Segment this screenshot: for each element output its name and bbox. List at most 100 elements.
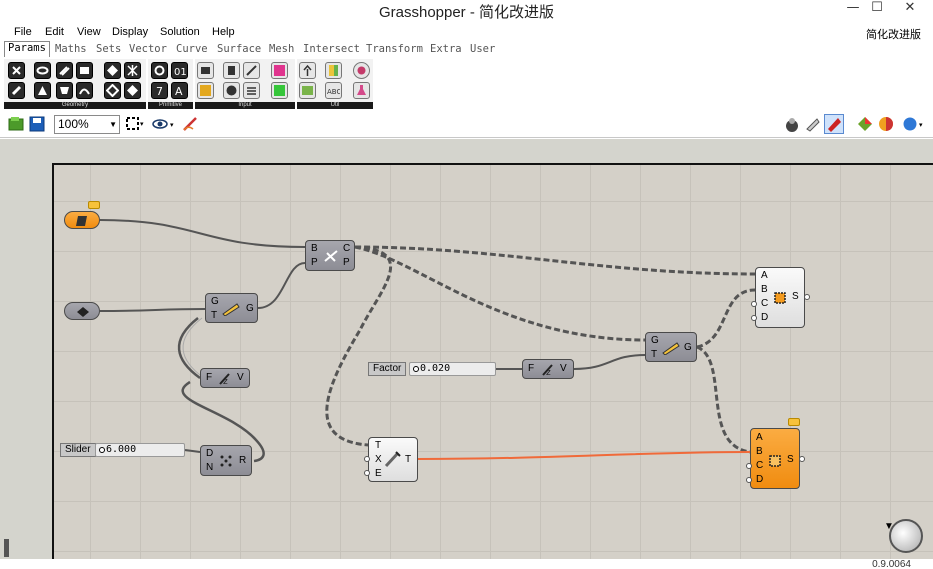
maximize-button[interactable]: ☐ [866, 0, 888, 18]
surface-param-icon[interactable] [56, 82, 73, 99]
slider-track[interactable]: 6.000 [95, 443, 185, 457]
gate-component-b[interactable]: G T G [645, 332, 697, 362]
number-slider-factor[interactable]: Factor 0.020 [368, 362, 496, 376]
string-param-icon[interactable]: A [171, 82, 188, 99]
input-pin[interactable] [364, 470, 370, 476]
output-r-label: R [239, 455, 247, 466]
image-sampler-icon[interactable] [299, 82, 316, 99]
colour-swatch-icon[interactable] [271, 62, 288, 79]
gradient-icon[interactable] [243, 62, 260, 79]
vector-param-icon[interactable] [34, 62, 51, 79]
menu-edit[interactable]: Edit [45, 26, 64, 38]
output-s-label: S [792, 291, 799, 302]
output-pin[interactable] [799, 456, 805, 462]
function-component-b[interactable]: F V z [522, 359, 574, 379]
window-title: Grasshopper - 简化改进版 [378, 4, 555, 21]
preview-eye-icon[interactable]: ▾ [152, 116, 176, 135]
preview-wireframe-icon[interactable] [784, 116, 800, 135]
tab-intersect[interactable]: Intersect [303, 43, 360, 55]
param-point-grey[interactable] [64, 302, 100, 320]
flask-icon[interactable] [353, 82, 370, 99]
preview-shaded-icon[interactable] [804, 116, 820, 135]
input-pin[interactable] [746, 477, 752, 483]
tab-user[interactable]: User [470, 43, 495, 55]
sketch-pen-icon[interactable] [182, 116, 200, 135]
slider-track[interactable]: 0.020 [409, 362, 496, 376]
boolean-param-icon[interactable] [151, 62, 168, 79]
tab-extra[interactable]: Extra [430, 43, 462, 55]
menu-help[interactable]: Help [212, 26, 235, 38]
canvas-navigation-icon[interactable] [889, 519, 923, 553]
number-param-icon[interactable]: 7 [151, 82, 168, 99]
tab-mesh[interactable]: Mesh [269, 43, 294, 55]
param-brep-orange[interactable] [64, 211, 100, 229]
input-g-label: G [211, 296, 219, 307]
input-pin[interactable] [751, 301, 757, 307]
preview-selected-icon[interactable] [824, 114, 844, 134]
output-pin[interactable] [804, 294, 810, 300]
number-slider-main[interactable]: Slider 6.000 [60, 443, 185, 457]
display-mode-icon[interactable] [857, 116, 873, 135]
graph-mapper-icon[interactable] [197, 82, 214, 99]
gradient-legend-icon[interactable] [325, 62, 342, 79]
arc-param-icon[interactable] [76, 62, 93, 79]
button-icon[interactable] [223, 82, 240, 99]
menu-solution[interactable]: Solution [160, 26, 200, 38]
tab-surface[interactable]: Surface [217, 43, 261, 55]
menu-view[interactable]: View [77, 26, 101, 38]
zoom-dropdown[interactable]: 100% ▼ [54, 115, 120, 134]
fitness-icon[interactable] [353, 62, 370, 79]
tab-vector[interactable]: Vector [129, 43, 167, 55]
open-file-icon[interactable] [8, 116, 24, 135]
svg-text:▾: ▾ [919, 122, 923, 129]
menu-display[interactable]: Display [112, 26, 148, 38]
function-icon: z [542, 364, 553, 377]
box-param-icon[interactable] [104, 82, 121, 99]
minimize-button[interactable]: — [840, 0, 866, 18]
random-component[interactable]: D N R [200, 445, 252, 476]
save-file-icon[interactable] [29, 116, 45, 135]
tab-maths[interactable]: Maths [55, 43, 87, 55]
scroll-handle[interactable] [4, 539, 9, 557]
input-c-label: C [756, 460, 764, 471]
slider-name: Factor [368, 362, 407, 376]
line-param-icon[interactable] [8, 82, 25, 99]
point-param-icon[interactable] [8, 62, 25, 79]
text-tag-icon[interactable]: ABC [325, 82, 342, 99]
surface-component-orange[interactable]: A B C D S [750, 428, 800, 489]
input-pin[interactable] [751, 315, 757, 321]
slider-knob[interactable] [99, 447, 105, 453]
function-component-a[interactable]: F V z [200, 368, 250, 388]
brep-param-icon[interactable] [104, 62, 121, 79]
sphere-options-icon[interactable]: ▾ [902, 116, 928, 135]
circle-param-icon[interactable] [56, 62, 73, 79]
close-button[interactable]: ✕ [895, 0, 925, 18]
cluster-icon[interactable] [299, 62, 316, 79]
tab-transform[interactable]: Transform [366, 43, 423, 55]
slider-value: 0.020 [420, 363, 451, 374]
input-pin[interactable] [364, 456, 370, 462]
zoom-extents-icon[interactable]: ▾ [125, 116, 145, 135]
toggle-icon[interactable] [223, 62, 240, 79]
geometry-param-icon[interactable] [124, 82, 141, 99]
transform-component[interactable]: T X E T [368, 437, 418, 482]
plane-param-icon[interactable] [76, 82, 93, 99]
curve-param-icon[interactable] [34, 82, 51, 99]
grasshopper-canvas[interactable] [52, 163, 933, 559]
mesh-param-icon[interactable] [124, 62, 141, 79]
panel-icon[interactable] [197, 62, 214, 79]
md-slider-icon[interactable] [271, 82, 288, 99]
integer-param-icon[interactable]: 01 [171, 62, 188, 79]
cross-product-component[interactable]: B P C P [305, 240, 355, 271]
tab-params[interactable]: Params [4, 41, 50, 57]
input-pin[interactable] [746, 463, 752, 469]
slider-knob[interactable] [413, 366, 419, 372]
tab-curve[interactable]: Curve [176, 43, 208, 55]
value-list-icon[interactable] [243, 82, 260, 99]
shaded-ball-icon[interactable] [878, 116, 894, 135]
tab-sets[interactable]: Sets [96, 43, 121, 55]
surface-component-white[interactable]: A B C D S [755, 267, 805, 328]
gate-component-a[interactable]: G T G [205, 293, 258, 323]
svg-text:ABC: ABC [327, 88, 340, 96]
menu-file[interactable]: File [14, 26, 32, 38]
